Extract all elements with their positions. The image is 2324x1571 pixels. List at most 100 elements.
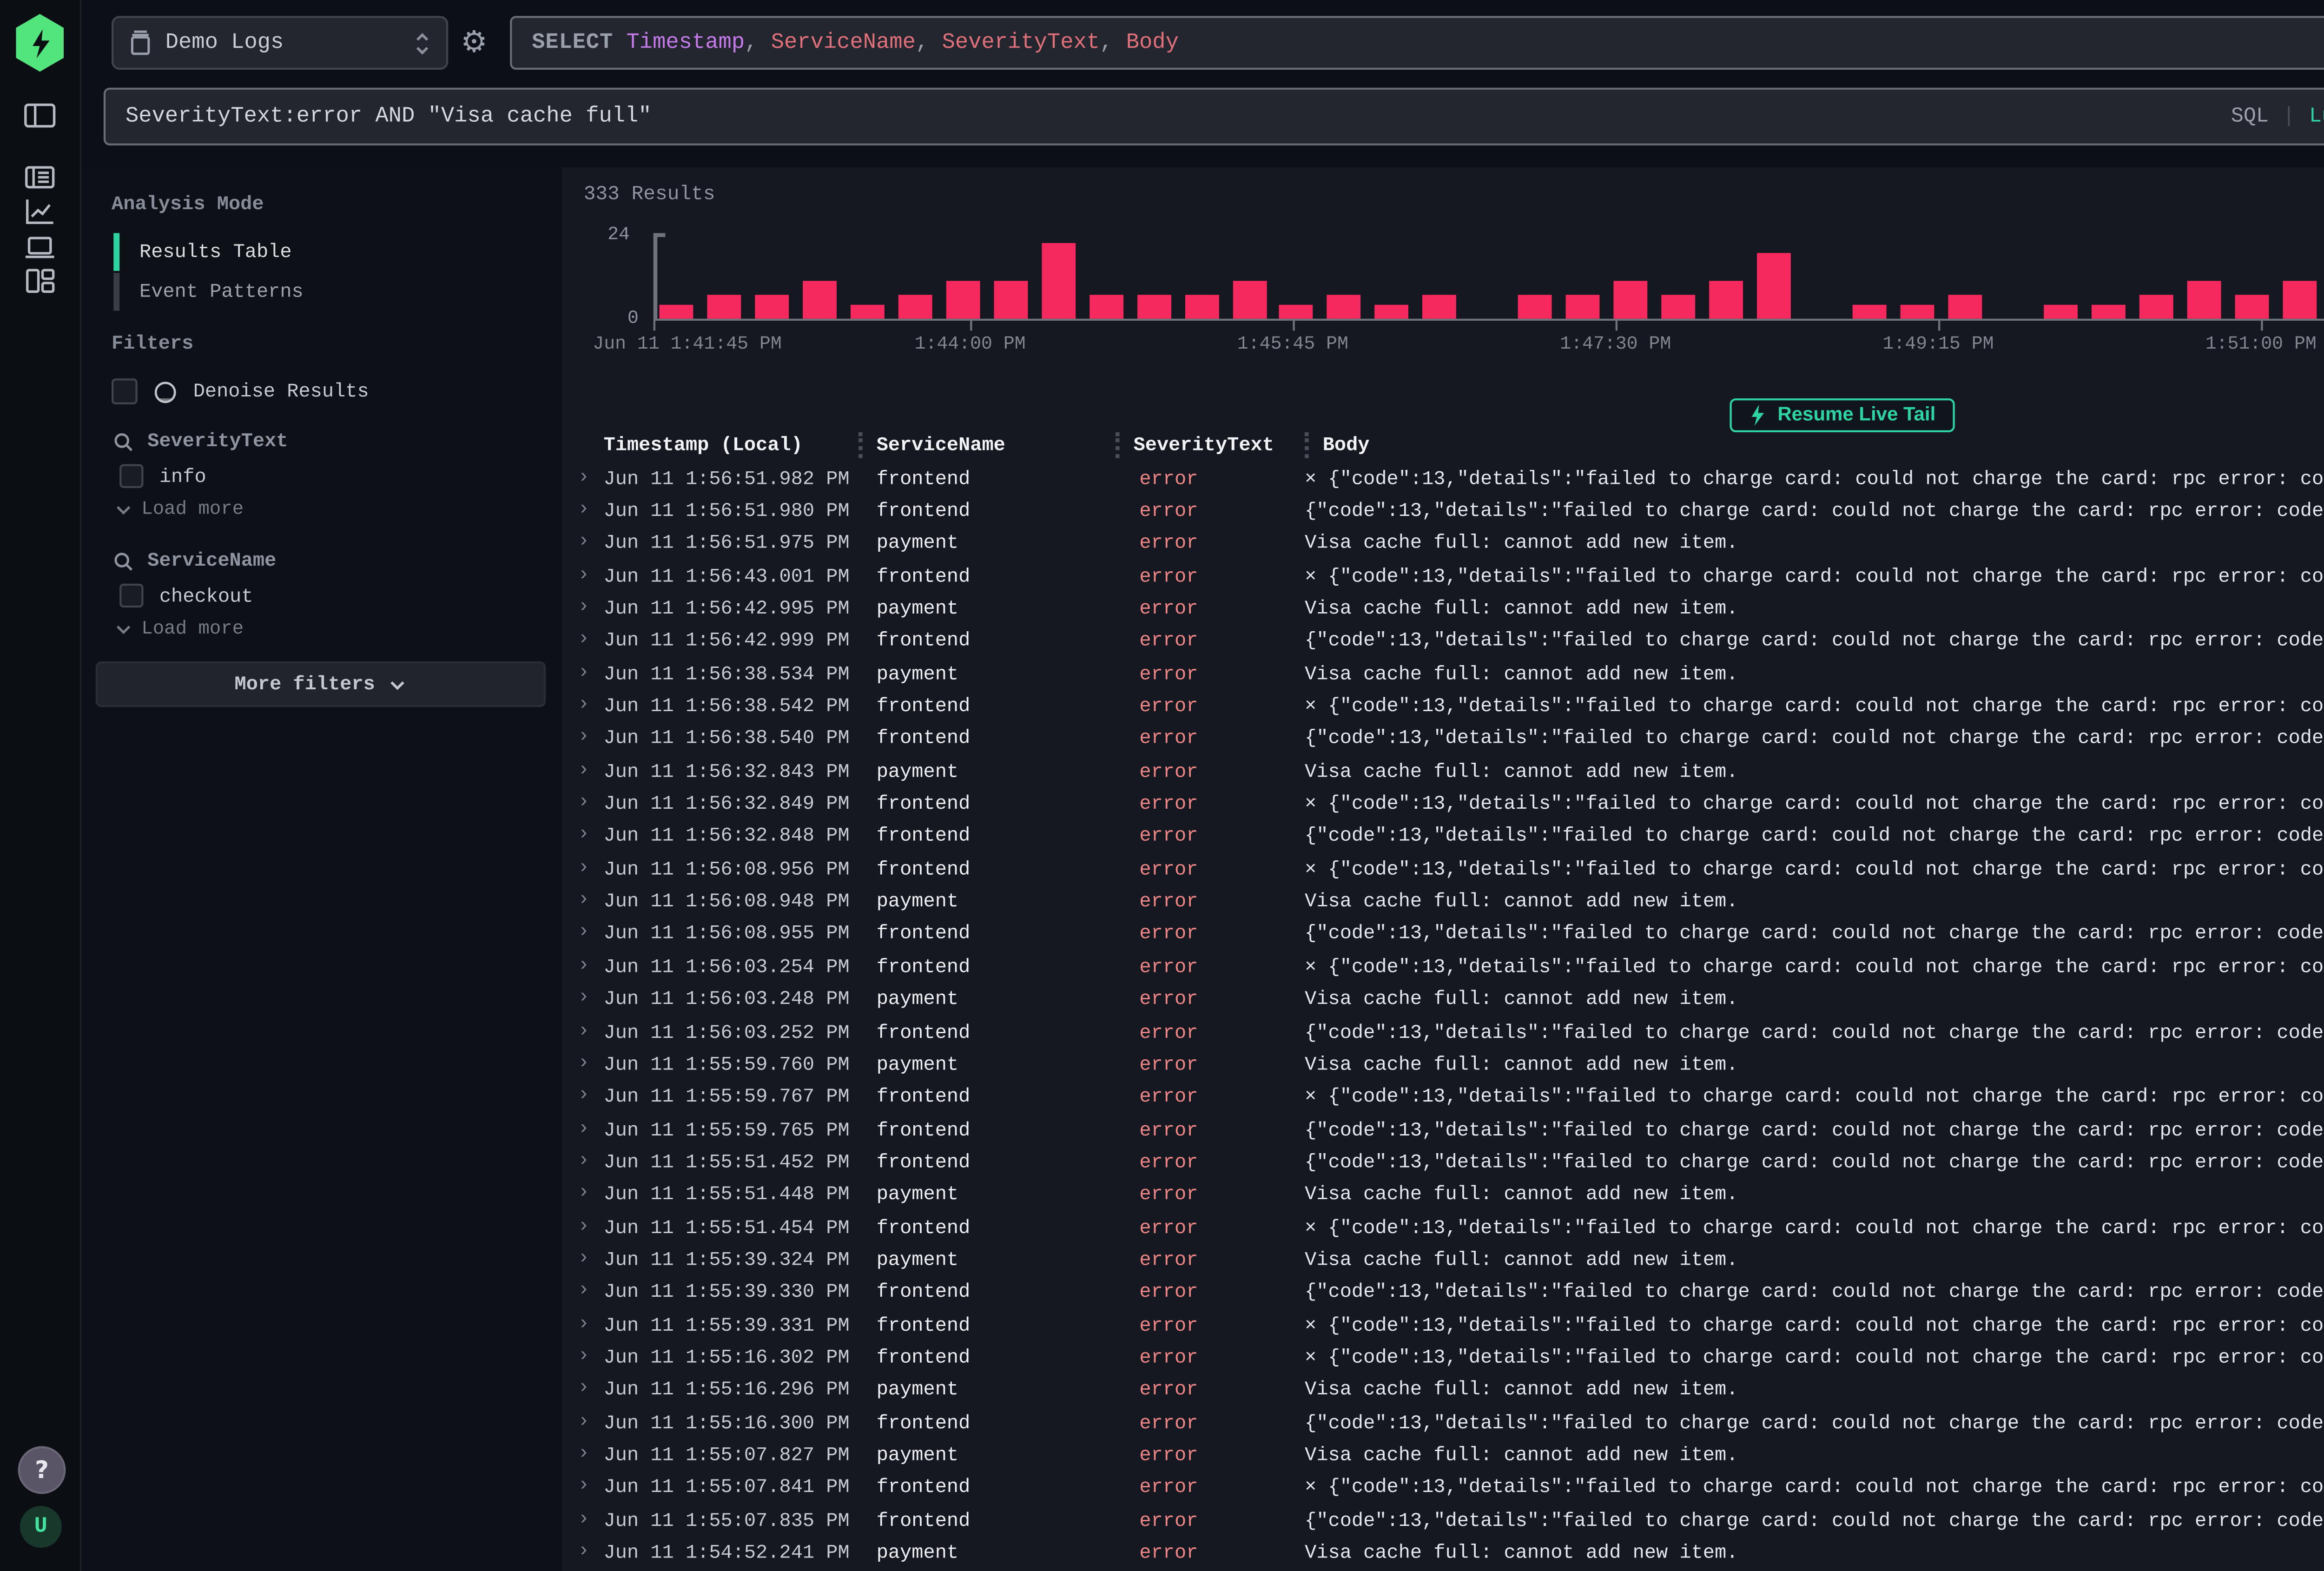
log-row[interactable]: ›Jun 11 1:56:32.843 PMpaymenterrorVisa c… [562,755,2324,788]
log-row[interactable]: ›Jun 11 1:55:59.760 PMpaymenterrorVisa c… [562,1048,2324,1081]
log-row[interactable]: ›Jun 11 1:55:39.331 PMfrontenderror× {"c… [562,1308,2324,1341]
row-expand-chevron-icon[interactable]: › [562,630,604,652]
log-row[interactable]: ›Jun 11 1:55:51.452 PMfrontenderror{"cod… [562,1146,2324,1178]
column-header-severitytext[interactable]: SeverityText [1116,432,1305,458]
log-row[interactable]: ›Jun 11 1:55:59.765 PMfrontenderror{"cod… [562,1113,2324,1146]
row-expand-chevron-icon[interactable]: › [562,1184,604,1206]
row-expand-chevron-icon[interactable]: › [562,760,604,782]
log-row[interactable]: ›Jun 11 1:56:43.001 PMfrontenderror× {"c… [562,560,2324,592]
app-logo[interactable] [16,14,64,72]
source-settings-gear-icon[interactable]: ⚙ [452,20,496,64]
denoise-checkbox[interactable] [112,378,138,404]
sessions-laptop-icon[interactable] [22,229,58,265]
row-expand-chevron-icon[interactable]: › [562,1412,604,1433]
log-row[interactable]: ›Jun 11 1:56:42.999 PMfrontenderror{"cod… [562,625,2324,658]
row-expand-chevron-icon[interactable]: › [562,468,604,489]
log-row[interactable]: ›Jun 11 1:56:03.254 PMfrontenderror× {"c… [562,951,2324,983]
log-row[interactable]: ›Jun 11 1:56:32.849 PMfrontenderror× {"c… [562,788,2324,820]
load-more-servicename[interactable]: Load more [116,618,244,640]
log-row[interactable]: ›Jun 11 1:56:38.540 PMfrontenderror{"cod… [562,723,2324,755]
row-expand-chevron-icon[interactable]: › [562,1347,604,1368]
row-expand-chevron-icon[interactable]: › [562,923,604,945]
log-row[interactable]: ›Jun 11 1:56:03.248 PMpaymenterrorVisa c… [562,983,2324,1016]
sidebar-item-results-table[interactable]: Results Table [113,231,541,271]
row-expand-chevron-icon[interactable]: › [562,1054,604,1076]
log-row[interactable]: ›Jun 11 1:55:59.767 PMfrontenderror× {"c… [562,1081,2324,1113]
log-row[interactable]: ›Jun 11 1:55:39.324 PMpaymenterrorVisa c… [562,1243,2324,1276]
row-expand-chevron-icon[interactable]: › [562,891,604,912]
row-expand-chevron-icon[interactable]: › [562,1314,604,1336]
log-row[interactable]: ›Jun 11 1:56:51.975 PMpaymenterrorVisa c… [562,527,2324,560]
log-row[interactable]: ›Jun 11 1:55:39.330 PMfrontenderror{"cod… [562,1276,2324,1308]
row-expand-chevron-icon[interactable]: › [562,1509,604,1531]
row-expand-chevron-icon[interactable]: › [562,695,604,717]
analysis-mode-title: Analysis Mode [112,193,264,215]
column-header-timestamp[interactable]: Timestamp (Local) [604,432,859,458]
toggle-sidebar-icon[interactable] [22,98,58,133]
chart-explorer-icon[interactable] [22,193,58,229]
row-expand-chevron-icon[interactable]: › [562,1216,604,1238]
row-expand-chevron-icon[interactable]: › [562,500,604,522]
log-row[interactable]: ›Jun 11 1:55:07.835 PMfrontenderror{"cod… [562,1504,2324,1537]
row-expand-chevron-icon[interactable]: › [562,598,604,620]
dashboards-icon[interactable] [22,263,58,299]
log-row[interactable]: ›Jun 11 1:55:51.454 PMfrontenderror× {"c… [562,1211,2324,1243]
log-row[interactable]: ›Jun 11 1:56:51.982 PMfrontenderror× {"c… [562,462,2324,495]
log-row[interactable]: ›Jun 11 1:56:08.956 PMfrontenderror× {"c… [562,853,2324,885]
row-expand-chevron-icon[interactable]: › [562,1477,604,1498]
logs-search-icon[interactable] [22,159,58,195]
log-row[interactable]: ›Jun 11 1:55:16.296 PMpaymenterrorVisa c… [562,1374,2324,1406]
log-row[interactable]: ›Jun 11 1:56:08.955 PMfrontenderror{"cod… [562,918,2324,951]
row-expand-chevron-icon[interactable]: › [562,1249,604,1271]
log-row[interactable]: ›Jun 11 1:56:03.252 PMfrontenderror{"cod… [562,1016,2324,1048]
timestamp-cell: Jun 11 1:55:07.835 PM [604,1509,859,1531]
log-row[interactable]: ›Jun 11 1:56:38.542 PMfrontenderror× {"c… [562,690,2324,723]
row-expand-chevron-icon[interactable]: › [562,858,604,880]
row-expand-chevron-icon[interactable]: › [562,533,604,554]
log-row[interactable]: ›Jun 11 1:55:07.841 PMfrontenderror× {"c… [562,1472,2324,1504]
row-expand-chevron-icon[interactable]: › [562,1281,604,1303]
filter-field-servicename[interactable]: ServiceName [113,550,276,572]
row-expand-chevron-icon[interactable]: › [562,793,604,815]
checkout-checkbox[interactable] [119,584,143,607]
search-input[interactable]: SeverityText:error AND "Visa cache full"… [104,88,2324,145]
log-row[interactable]: ›Jun 11 1:55:16.300 PMfrontenderror{"cod… [562,1406,2324,1439]
column-header-servicename[interactable]: ServiceName [858,432,1116,458]
log-row[interactable]: ›Jun 11 1:56:42.995 PMpaymenterrorVisa c… [562,592,2324,625]
row-expand-chevron-icon[interactable]: › [562,663,604,685]
row-expand-chevron-icon[interactable]: › [562,1151,604,1173]
help-button[interactable]: ? [18,1446,66,1494]
log-row[interactable]: ›Jun 11 1:56:51.980 PMfrontenderror{"cod… [562,495,2324,527]
log-row[interactable]: ›Jun 11 1:54:52.241 PMpaymenterrorVisa c… [562,1537,2324,1569]
row-expand-chevron-icon[interactable]: › [562,1086,604,1108]
load-more-severitytext[interactable]: Load more [116,498,244,520]
row-expand-chevron-icon[interactable]: › [562,1444,604,1466]
row-expand-chevron-icon[interactable]: › [562,728,604,750]
lang-option-lucene[interactable]: Lucene [2309,105,2324,128]
log-row[interactable]: ›Jun 11 1:55:07.827 PMpaymenterrorVisa c… [562,1439,2324,1472]
row-expand-chevron-icon[interactable]: › [562,956,604,977]
log-row[interactable]: ›Jun 11 1:56:38.534 PMpaymenterrorVisa c… [562,658,2324,690]
log-row[interactable]: ›Jun 11 1:56:32.848 PMfrontenderror{"cod… [562,820,2324,853]
user-avatar[interactable]: U [20,1506,62,1548]
info-checkbox[interactable] [119,464,143,488]
select-clause-input[interactable]: SELECT Timestamp, ServiceName, SeverityT… [510,16,2324,70]
sidebar-item-event-patterns[interactable]: Event Patterns [113,271,541,311]
column-header-body[interactable]: Body [1305,432,2324,458]
filter-field-severitytext[interactable]: SeverityText [113,430,288,452]
row-expand-chevron-icon[interactable]: › [562,825,604,847]
row-expand-chevron-icon[interactable]: › [562,1119,604,1141]
row-expand-chevron-icon[interactable]: › [562,1021,604,1043]
lang-option-sql[interactable]: SQL [2231,105,2269,128]
row-expand-chevron-icon[interactable]: › [562,565,604,587]
source-select[interactable]: Demo Logs [112,16,448,70]
more-filters-button[interactable]: More filters [96,661,546,707]
log-row[interactable]: ›Jun 11 1:55:16.302 PMfrontenderror× {"c… [562,1341,2324,1373]
resume-live-tail-button[interactable]: Resume Live Tail [1730,398,1955,432]
row-expand-chevron-icon[interactable]: › [562,1542,604,1564]
row-expand-chevron-icon[interactable]: › [562,1379,604,1401]
log-row[interactable]: ›Jun 11 1:55:51.448 PMpaymenterrorVisa c… [562,1178,2324,1211]
results-histogram[interactable]: 24 0 Jun 11 1:41:45 PM1:44:00 PM1:45:45 … [654,233,2324,318]
row-expand-chevron-icon[interactable]: › [562,988,604,1010]
log-row[interactable]: ›Jun 11 1:56:08.948 PMpaymenterrorVisa c… [562,885,2324,918]
